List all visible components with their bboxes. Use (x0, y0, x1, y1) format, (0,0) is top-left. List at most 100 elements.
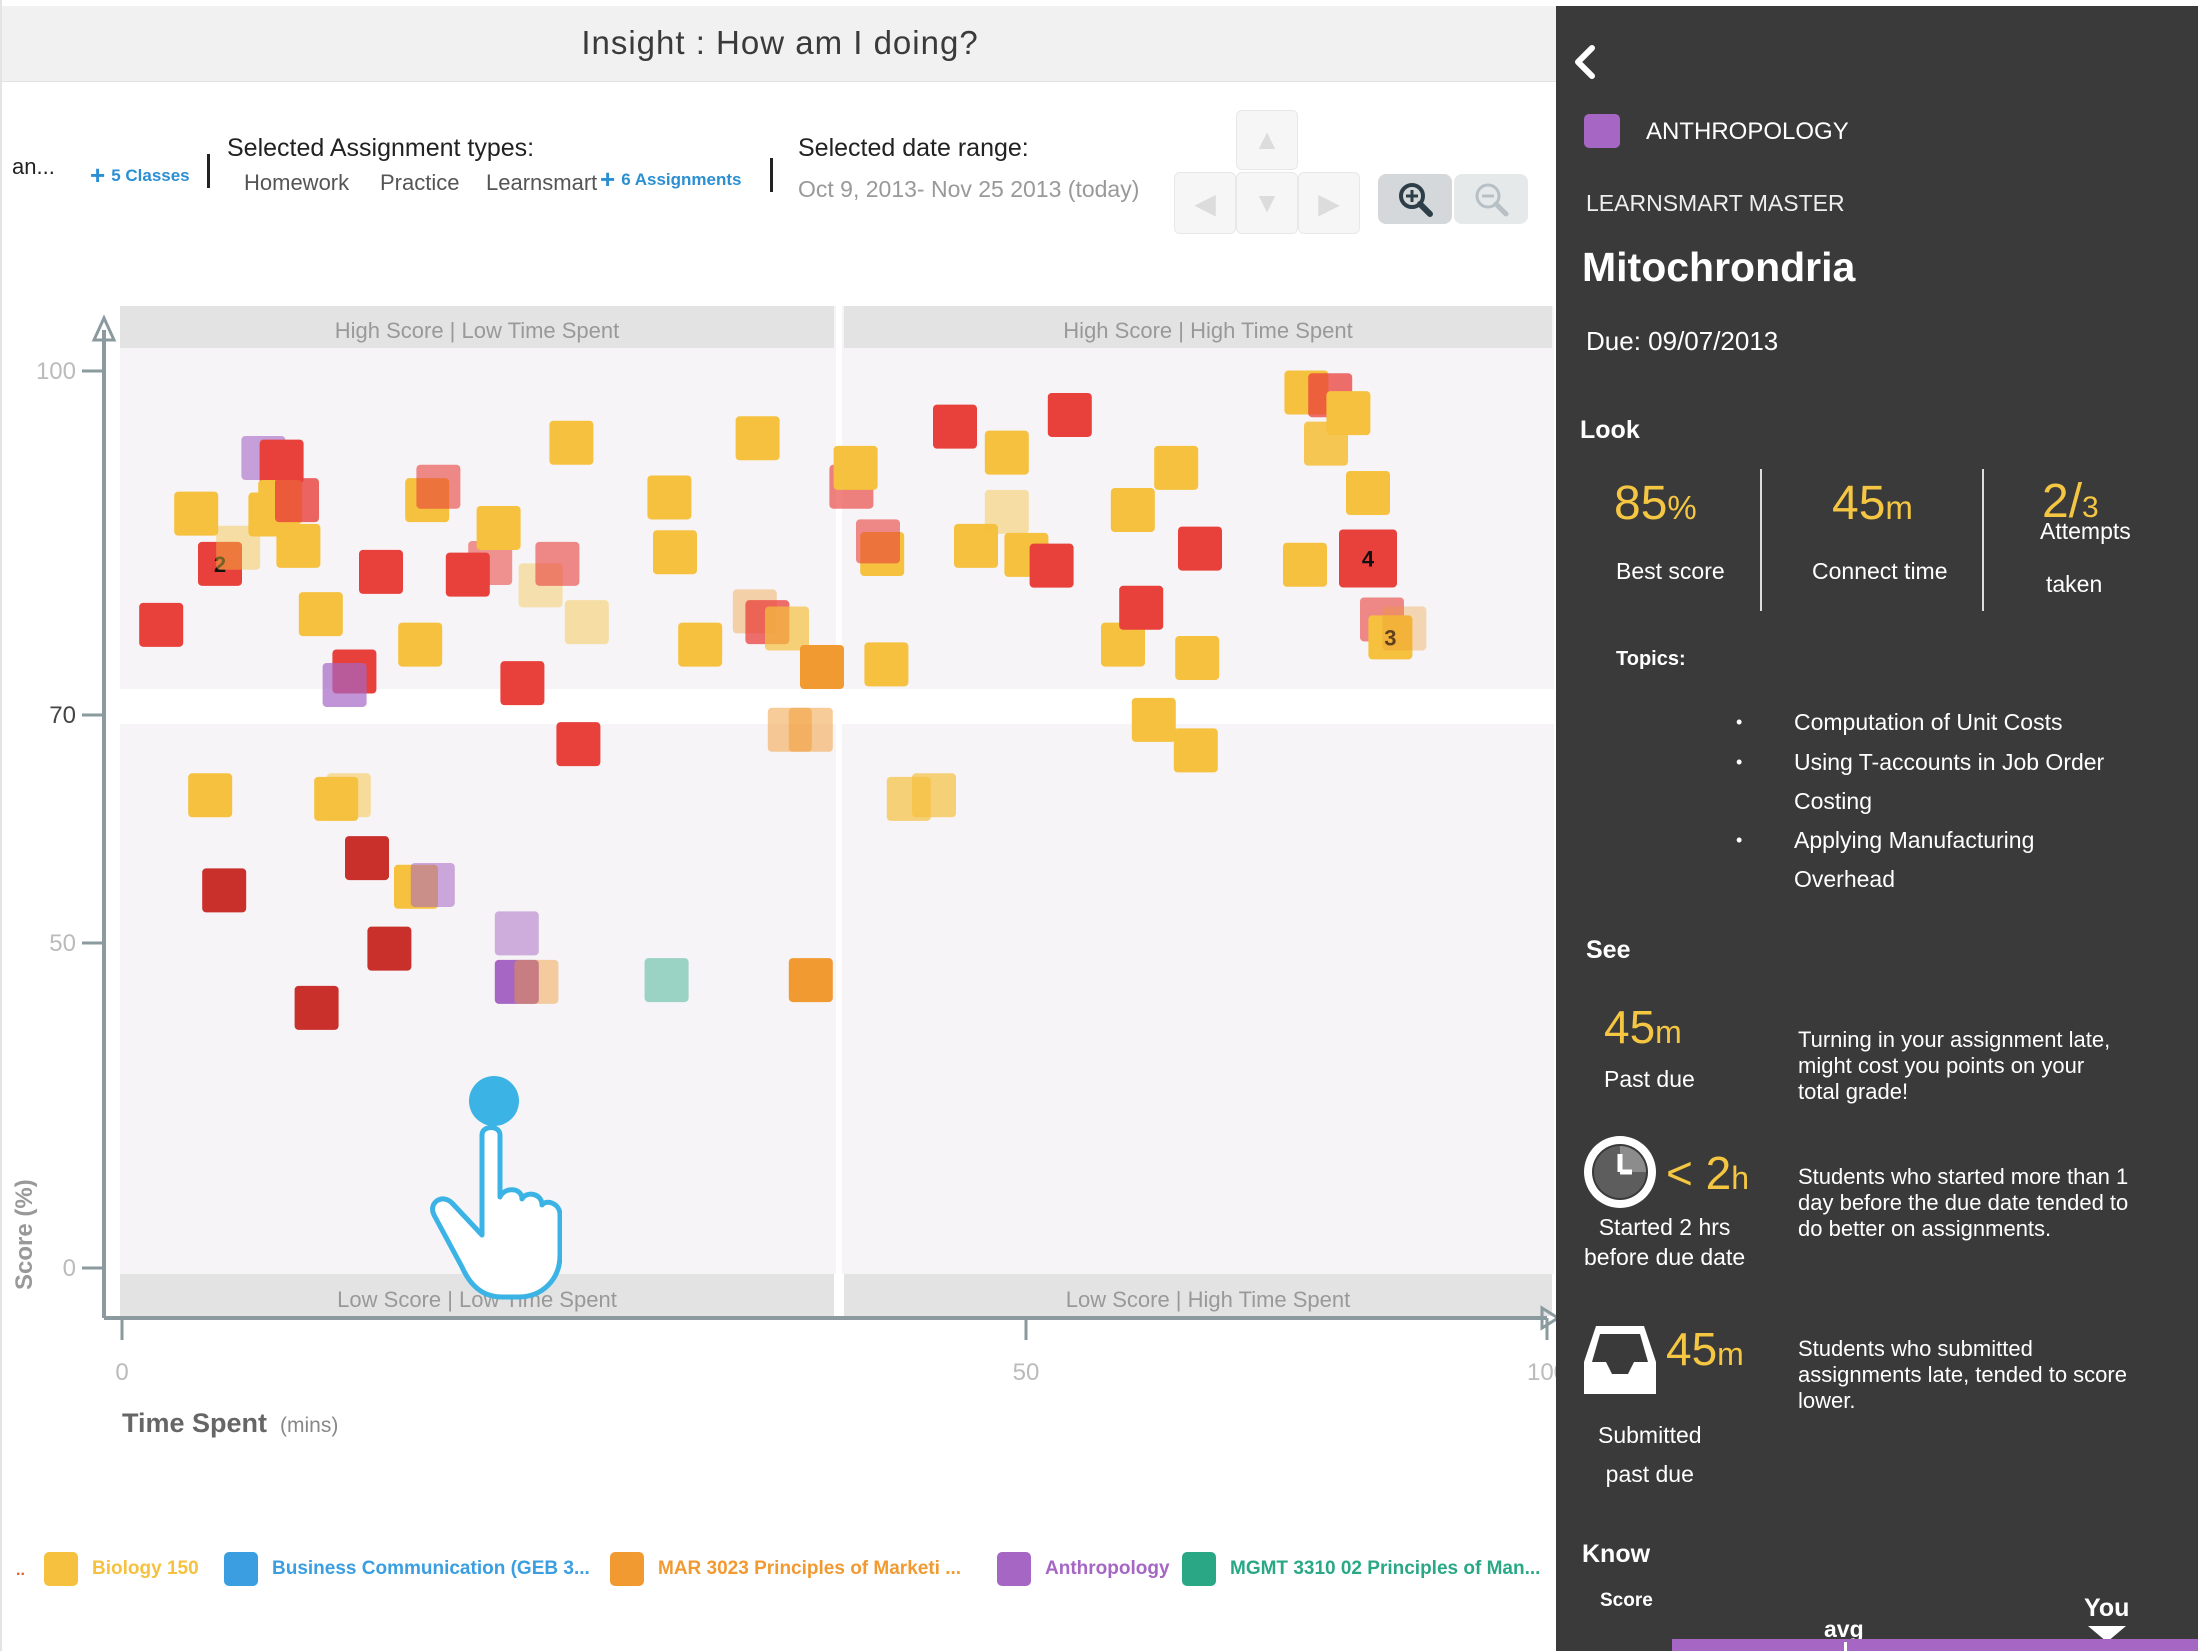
assignment-type: LEARNSMART MASTER (1586, 190, 1845, 216)
data-point (1283, 542, 1327, 587)
pan-right-button[interactable]: ▶ (1298, 172, 1360, 234)
you-label: You (2084, 1594, 2130, 1622)
data-point (367, 926, 412, 971)
data-point (139, 602, 184, 647)
started-early-value: < 2h (1666, 1146, 1749, 1200)
pan-up-button[interactable]: ▲ (1236, 110, 1298, 170)
data-point (1154, 445, 1199, 490)
divider (1982, 469, 1984, 611)
tap-gesture-icon (430, 1076, 562, 1300)
data-point (644, 958, 689, 1003)
data-point (1119, 585, 1164, 630)
divider (207, 154, 210, 188)
pan-left-button[interactable]: ◀ (1174, 172, 1236, 234)
text-line: Students who submitted (1798, 1336, 2033, 1361)
legend-label: Business Communication (GEB 3... (272, 1558, 590, 1579)
text-line: lower. (1798, 1388, 1856, 1413)
course-name: ANTHROPOLOGY (1646, 118, 1849, 145)
legend-swatch (1182, 1552, 1216, 1586)
legend-label: MGMT 3310 02 Principles of Man... (1230, 1558, 1541, 1579)
stat-unit: m (1717, 1336, 1744, 1372)
data-point (1178, 526, 1222, 571)
chip-practice[interactable]: Practice (380, 170, 459, 196)
started-early-text: Students who started more than 1 day bef… (1798, 1164, 2128, 1242)
plus-icon: + (90, 160, 106, 190)
data-point (276, 523, 321, 568)
data-point (1047, 392, 1092, 437)
label-line: Started 2 hrs (1598, 1214, 1731, 1240)
app-window: Insight : How am I doing? an... +5 Class… (0, 0, 2198, 1651)
class-filter-truncated[interactable]: an... (12, 154, 55, 180)
scatter-chart[interactable]: 2443 High Score | Low Time SpentHigh Sco… (2, 300, 1558, 1450)
data-point (556, 722, 601, 767)
stat-unit: m (1885, 489, 1913, 526)
assignments-link-label: 6 Assignments (621, 170, 742, 189)
date-range-value[interactable]: Oct 9, 2013- Nov 25 2013 (today) (798, 176, 1139, 203)
data-point (1110, 488, 1155, 533)
assignment-types-label: Selected Assignment types: (227, 134, 535, 162)
y-tick-label: 100 (36, 358, 76, 385)
quadrant-title-high-high: High Score | High Time Spent (1063, 318, 1352, 343)
stat-number: 45 (1832, 477, 1886, 530)
past-due-label: Past due (1604, 1066, 1695, 1092)
clock-icon (1584, 1136, 1656, 1208)
y-axis-title: Score (%) (11, 1179, 38, 1290)
page-title: Insight : How am I doing? (581, 24, 979, 61)
text-line: day before the due date tended to (1798, 1190, 2129, 1215)
data-point (202, 868, 247, 913)
data-point (416, 464, 461, 509)
data-point (833, 445, 878, 490)
data-point (765, 606, 809, 651)
label-line: past due (1605, 1461, 1694, 1487)
started-early-label: Started 2 hrs before due date (1584, 1212, 1745, 1272)
know-score-label: Score (1600, 1590, 1653, 1611)
label-line: before due date (1584, 1244, 1746, 1270)
topic-line: Costing (1794, 788, 1872, 814)
data-point (500, 661, 545, 706)
main-area: Insight : How am I doing? an... +5 Class… (0, 0, 1558, 1651)
x-tick-label: 50 (1013, 1359, 1040, 1386)
zoom-out-icon (1475, 183, 1509, 217)
back-button[interactable] (1570, 42, 1600, 87)
text-line: Turning in your assignment late, (1798, 1027, 2111, 1052)
data-point (322, 662, 367, 707)
stat-unit: m (1655, 1014, 1682, 1050)
look-heading: Look (1580, 416, 1640, 444)
best-score-label: Best score (1616, 558, 1725, 584)
legend-item-mgmt[interactable]: MGMT 3310 02 Principles of Man... (1182, 1552, 1540, 1586)
legend-item-marketing[interactable]: MAR 3023 Principles of Marketi ... (610, 1552, 961, 1586)
legend: .. Biology 150 Business Communication (G… (16, 1552, 1556, 1592)
pan-down-button[interactable]: ▼ (1236, 172, 1298, 234)
legend-item-biology[interactable]: Biology 150 (44, 1552, 199, 1586)
text-line: Students who started more than 1 (1798, 1164, 2129, 1189)
pan-control: ▲ ◀ ▼ ▶ (1174, 110, 1362, 236)
chip-homework[interactable]: Homework (244, 170, 349, 196)
stat-unit: % (1667, 489, 1697, 526)
add-classes-link[interactable]: +5 Classes (90, 160, 190, 191)
data-point (788, 707, 833, 752)
legend-swatch (224, 1552, 258, 1586)
data-point (735, 416, 780, 461)
zoom-in-button[interactable] (1378, 174, 1452, 224)
zoom-out-button[interactable] (1454, 174, 1528, 224)
title-bar: Insight : How am I doing? (2, 6, 1558, 82)
legend-item-business[interactable]: Business Communication (GEB 3... (224, 1552, 590, 1586)
stat-number: < 2 (1666, 1147, 1732, 1199)
legend-item-anthropology[interactable]: Anthropology (997, 1552, 1170, 1586)
stat-number: 85 (1614, 477, 1668, 530)
data-point (800, 645, 844, 690)
data-point (535, 541, 580, 586)
chip-learnsmart[interactable]: Learnsmart (486, 170, 597, 196)
data-point (275, 478, 319, 523)
add-assignments-link[interactable]: +6 Assignments (600, 164, 741, 195)
submitted-late-label: Submitted past due (1598, 1416, 1702, 1494)
data-point (647, 475, 692, 520)
legend-overflow[interactable]: .. (16, 1562, 25, 1580)
data-point (494, 911, 539, 956)
data-point (549, 420, 594, 465)
data-point (410, 862, 455, 907)
quadrant-title-low-high: Low Score | High Time Spent (1066, 1287, 1351, 1312)
data-point (174, 491, 219, 536)
data-point (984, 430, 1029, 475)
zoom-control (1378, 174, 1528, 224)
